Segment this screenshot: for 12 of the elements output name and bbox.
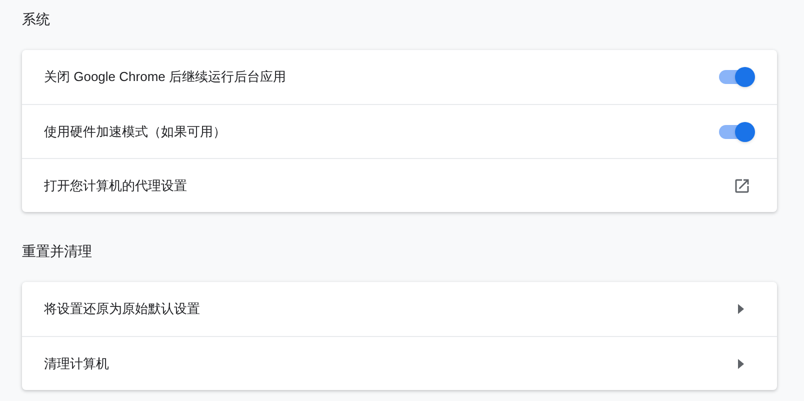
- toggle-switch[interactable]: [719, 70, 753, 84]
- arrow-right-icon[interactable]: [737, 304, 745, 314]
- setting-label: 使用硬件加速模式（如果可用）: [44, 122, 226, 141]
- setting-label: 打开您计算机的代理设置: [44, 176, 187, 195]
- arrow-right-icon[interactable]: [737, 358, 745, 368]
- setting-label: 将设置还原为原始默认设置: [44, 300, 200, 318]
- setting-label: 关闭 Google Chrome 后继续运行后台应用: [44, 68, 286, 86]
- setting-label: 清理计算机: [44, 354, 109, 373]
- section-title: 系统: [22, 10, 51, 29]
- section-title: 重置并清理: [22, 242, 93, 261]
- toggle-switch[interactable]: [719, 124, 753, 138]
- open-in-new-icon[interactable]: [733, 176, 751, 194]
